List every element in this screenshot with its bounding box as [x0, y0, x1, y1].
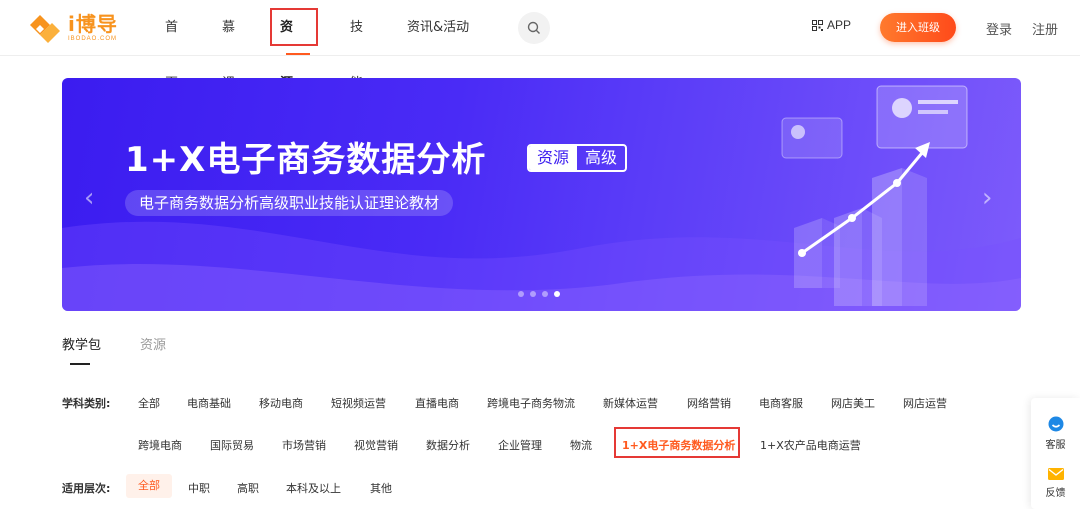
nav-resource-library[interactable]: 资源库 — [270, 0, 318, 147]
banner-subtitle: 电子商务数据分析高级职业技能认证理论教材 — [125, 190, 454, 216]
tab-resources[interactable]: 资源 — [140, 334, 166, 353]
tab-teaching-package[interactable]: 教学包 — [62, 334, 101, 353]
subject-ecommerce-basics[interactable]: 电商基础 — [187, 395, 231, 411]
level-secondary-vocational[interactable]: 中职 — [188, 480, 210, 496]
logo-sub: IBODAO.COM — [68, 36, 118, 42]
enter-class-button[interactable]: 进入班级 — [880, 13, 956, 42]
logo-mark-icon — [26, 13, 64, 43]
banner-title: 1+X电子商务数据分析 — [125, 140, 487, 180]
level-filter-label: 适用层次: — [62, 482, 111, 495]
subject-cross-border-ecommerce[interactable]: 跨境电商 — [138, 437, 182, 453]
side-service[interactable]: 客服 — [1031, 416, 1080, 451]
banner-tag-resource: 资源 — [529, 146, 578, 170]
subject-mobile-ecommerce[interactable]: 移动电商 — [259, 395, 303, 411]
banner-prev-arrow[interactable]: ‹ — [84, 183, 94, 213]
hero-banner[interactable]: 1+X电子商务数据分析 资源 高级 电子商务数据分析高级职业技能认证理论教材 ‹… — [62, 78, 1021, 311]
subject-new-media[interactable]: 新媒体运营 — [603, 395, 658, 411]
customer-service-icon — [1048, 416, 1063, 432]
qr-code-icon — [812, 19, 823, 31]
subject-cross-border-logistics[interactable]: 跨境电子商务物流 — [487, 395, 575, 411]
subject-store-operation[interactable]: 网店运营 — [903, 395, 947, 411]
level-higher-vocational[interactable]: 高职 — [237, 480, 259, 496]
level-other[interactable]: 其他 — [370, 480, 392, 496]
top-header: i博导 IBODAO.COM 首页 慕课 资源库 技能 资讯&活动 APP 进入… — [0, 0, 1080, 147]
subject-visual-marketing[interactable]: 视觉营销 — [354, 437, 398, 453]
active-underline — [286, 53, 310, 55]
subject-data-analysis[interactable]: 数据分析 — [426, 437, 470, 453]
nav-skills[interactable]: 技能 — [350, 0, 363, 91]
subject-filter-label: 学科类别: — [62, 397, 111, 410]
tab-active-underline — [70, 363, 90, 365]
banner-dot-4[interactable] — [554, 291, 560, 297]
subject-international-trade[interactable]: 国际贸易 — [210, 437, 254, 453]
register-link[interactable]: 注册 — [1032, 19, 1058, 38]
banner-dot-3[interactable] — [542, 291, 548, 297]
subject-marketing[interactable]: 市场营销 — [282, 437, 326, 453]
side-feedback[interactable]: 反馈 — [1031, 468, 1080, 499]
banner-pagination — [518, 291, 560, 297]
subject-store-design[interactable]: 网店美工 — [831, 395, 875, 411]
side-service-label: 客服 — [1045, 440, 1066, 451]
nav-news-events[interactable]: 资讯&活动 — [407, 0, 469, 56]
nav-mooc[interactable]: 慕课 — [222, 0, 235, 91]
subject-1x-agri-ecommerce[interactable]: 1+X农产品电商运营 — [760, 437, 861, 453]
highlight-box — [270, 8, 318, 46]
selected-subject-highlight-box — [614, 427, 740, 458]
subject-network-marketing[interactable]: 网络营销 — [687, 395, 731, 411]
banner-tag-level: 高级 — [585, 148, 618, 167]
level-all[interactable]: 全部 — [126, 474, 172, 498]
site-logo[interactable]: i博导 IBODAO.COM — [26, 10, 118, 46]
subject-enterprise-management[interactable]: 企业管理 — [498, 437, 542, 453]
logo-name: i博导 — [68, 12, 118, 36]
subject-customer-service[interactable]: 电商客服 — [759, 395, 803, 411]
subject-live-ecommerce[interactable]: 直播电商 — [415, 395, 459, 411]
search-button[interactable] — [518, 12, 550, 44]
side-float-panel: 客服 反馈 — [1031, 398, 1080, 509]
app-label: APP — [827, 18, 852, 32]
search-icon — [527, 21, 540, 34]
mail-icon — [1047, 468, 1064, 480]
subject-logistics[interactable]: 物流 — [570, 437, 592, 453]
nav-home[interactable]: 首页 — [165, 0, 178, 91]
banner-chart-illustration — [781, 85, 968, 306]
app-link[interactable]: APP — [812, 18, 851, 32]
subject-short-video[interactable]: 短视频运营 — [331, 395, 386, 411]
banner-dot-2[interactable] — [530, 291, 536, 297]
banner-dot-1[interactable] — [518, 291, 524, 297]
banner-next-arrow[interactable]: › — [982, 183, 992, 213]
subject-all[interactable]: 全部 — [138, 395, 160, 411]
level-bachelor-above[interactable]: 本科及以上 — [286, 480, 341, 496]
login-link[interactable]: 登录 — [986, 19, 1012, 38]
side-feedback-label: 反馈 — [1045, 488, 1066, 499]
banner-tag: 资源 高级 — [527, 144, 628, 172]
